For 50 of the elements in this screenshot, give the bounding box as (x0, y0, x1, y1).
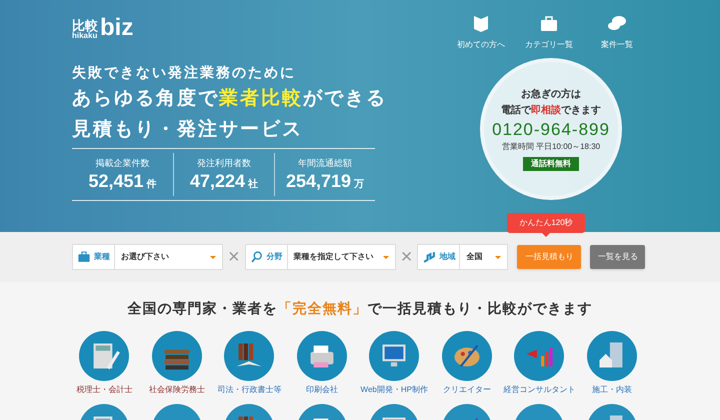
field-label: 地域 (439, 251, 456, 263)
phone-number: 0120-964-899 (492, 118, 610, 140)
stat-label: 掲載企業件数 (96, 156, 150, 170)
stat-value: 47,224 (190, 170, 246, 192)
briefcase-icon (77, 250, 91, 264)
zigzag-icon (422, 250, 436, 264)
stat-label: 年間流通総額 (298, 156, 352, 170)
estimate-button[interactable]: 一括見積もり (517, 245, 582, 269)
book-icon (471, 14, 491, 34)
nav-link[interactable]: 案件一覧 (586, 14, 648, 51)
section-title: 全国の専門家・業者を「完全無料」で一括見積もり・比較ができます (128, 299, 592, 318)
category-link[interactable]: 経営コンサルタント (503, 384, 576, 396)
category-link[interactable]: Web開発・HP制作 (360, 384, 428, 396)
field-value: お選び下さい (121, 251, 169, 263)
times-sign: × (228, 247, 240, 267)
category-link[interactable]: 印刷会社 (306, 384, 338, 396)
select-field[interactable]: 分野 業種を指定して下さい (244, 244, 396, 270)
field-value: 業種を指定して下さい (294, 251, 374, 263)
field-label: 分野 (266, 251, 283, 263)
headline-main: あらゆる角度で業者比較ができる (72, 86, 387, 111)
category-link[interactable]: 社会保険労務士 (148, 384, 205, 396)
category-link[interactable]: 税理士・会計士 (76, 384, 132, 396)
briefcase-icon (539, 14, 559, 34)
stat-unit: 社 (248, 178, 258, 192)
caret-icon (210, 256, 216, 258)
list-button[interactable]: 一覧を見る (590, 245, 646, 269)
nav-link[interactable]: カテゴリ一覧 (518, 14, 580, 51)
headline-lead: 失敗できない発注業務のために (72, 63, 297, 82)
category-link[interactable]: 施工・内装 (592, 384, 632, 396)
stat-value: 254,719 (286, 170, 352, 192)
field-value: 全国 (466, 251, 482, 263)
select-field[interactable]: 業種 お選び下さい (72, 244, 223, 270)
category-link[interactable]: 司法・行政書士等 (217, 384, 282, 396)
stat-label: 発注利用者数 (197, 156, 251, 170)
nav-link[interactable]: 初めての方へ (450, 14, 512, 51)
stat-unit: 件 (146, 178, 157, 192)
contact-text: 電話で即相談できます (501, 104, 601, 118)
stat-unit: 万 (354, 178, 364, 192)
times-sign: × (400, 247, 412, 267)
category-link[interactable]: クリエイター (442, 384, 491, 396)
free-call-badge: 通話料無料 (523, 157, 579, 172)
business-hours: 営業時間 平日10:00～18:30 (502, 141, 600, 154)
search-icon (250, 250, 264, 264)
caret-icon (495, 256, 502, 258)
select-field[interactable]: 地域 全国 (417, 244, 508, 270)
caret-icon (382, 256, 389, 258)
contact-text: お急ぎの方は (521, 87, 581, 102)
headline-sub: 見積もり・発注サービス (72, 118, 304, 142)
stat-value: 52,451 (88, 170, 144, 192)
field-label: 業種 (94, 251, 110, 263)
